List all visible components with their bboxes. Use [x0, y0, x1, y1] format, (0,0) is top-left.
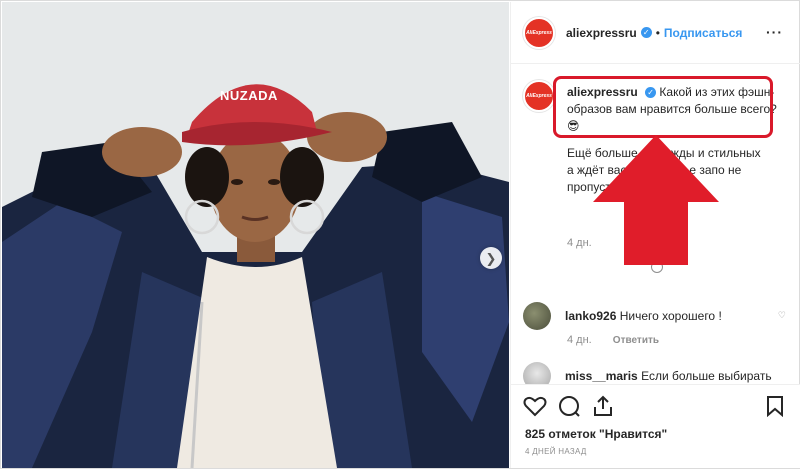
- next-slide-button[interactable]: ❯: [480, 247, 502, 269]
- verified-badge-icon: ✓: [640, 27, 652, 38]
- chevron-right-icon: ❯: [485, 250, 497, 266]
- post-date: 4 ДНЕЙ НАЗАД: [525, 447, 587, 456]
- comment-username[interactable]: lanko926: [565, 309, 616, 323]
- red-arrow-annotation: [593, 135, 719, 265]
- highlight-box: [553, 76, 773, 138]
- likes-count[interactable]: 825 отметок "Нравится": [525, 427, 667, 441]
- caption-avatar[interactable]: AliExpress: [523, 80, 555, 112]
- more-options-icon[interactable]: ···: [766, 24, 783, 40]
- commenter-avatar[interactable]: [523, 302, 551, 330]
- reply-button[interactable]: Ответить: [613, 335, 659, 346]
- author-avatar[interactable]: AliExpress: [523, 16, 555, 49]
- comment-username[interactable]: miss__maris: [565, 369, 638, 383]
- instagram-post-dialog: NUZADA ❯ AliExpress aliexpressru ✓ • Под…: [0, 0, 800, 469]
- action-bar: 825 отметок "Нравится" 4 ДНЕЙ НАЗАД: [511, 384, 800, 468]
- heart-icon[interactable]: [523, 395, 547, 417]
- comment-like-icon[interactable]: ♡: [778, 310, 786, 321]
- bookmark-icon[interactable]: [765, 395, 785, 417]
- caption-time[interactable]: 4 дн.: [567, 237, 592, 249]
- comment-text-row: miss__maris Если больше выбирать: [565, 369, 772, 383]
- comment-icon[interactable]: [557, 395, 581, 417]
- avatar-logo-text: AliExpress: [526, 93, 552, 99]
- caption-avatar-image: AliExpress: [523, 80, 555, 112]
- post-photo[interactable]: NUZADA ❯: [2, 2, 509, 468]
- post-header: AliExpress aliexpressru ✓ • Подписаться …: [511, 2, 800, 64]
- avatar-logo-text: AliExpress: [526, 29, 552, 36]
- separator-dot: •: [655, 25, 660, 40]
- post-panel: AliExpress aliexpressru ✓ • Подписаться …: [510, 2, 800, 468]
- comment-text: Если больше выбирать: [641, 369, 772, 383]
- cap-logo-text: NUZADA: [220, 88, 278, 103]
- photo-illustration: [2, 2, 509, 468]
- share-icon[interactable]: [591, 395, 615, 417]
- comment-item: lanko926 Ничего хорошего !: [523, 302, 722, 330]
- author-username[interactable]: aliexpressru: [566, 26, 637, 40]
- comment-text-row: lanko926 Ничего хорошего !: [565, 309, 722, 323]
- comment-meta: 4 дн. Ответить: [567, 334, 659, 346]
- comment-time[interactable]: 4 дн.: [567, 334, 592, 346]
- follow-button[interactable]: Подписаться: [664, 26, 742, 40]
- comment-text: Ничего хорошего !: [619, 309, 722, 323]
